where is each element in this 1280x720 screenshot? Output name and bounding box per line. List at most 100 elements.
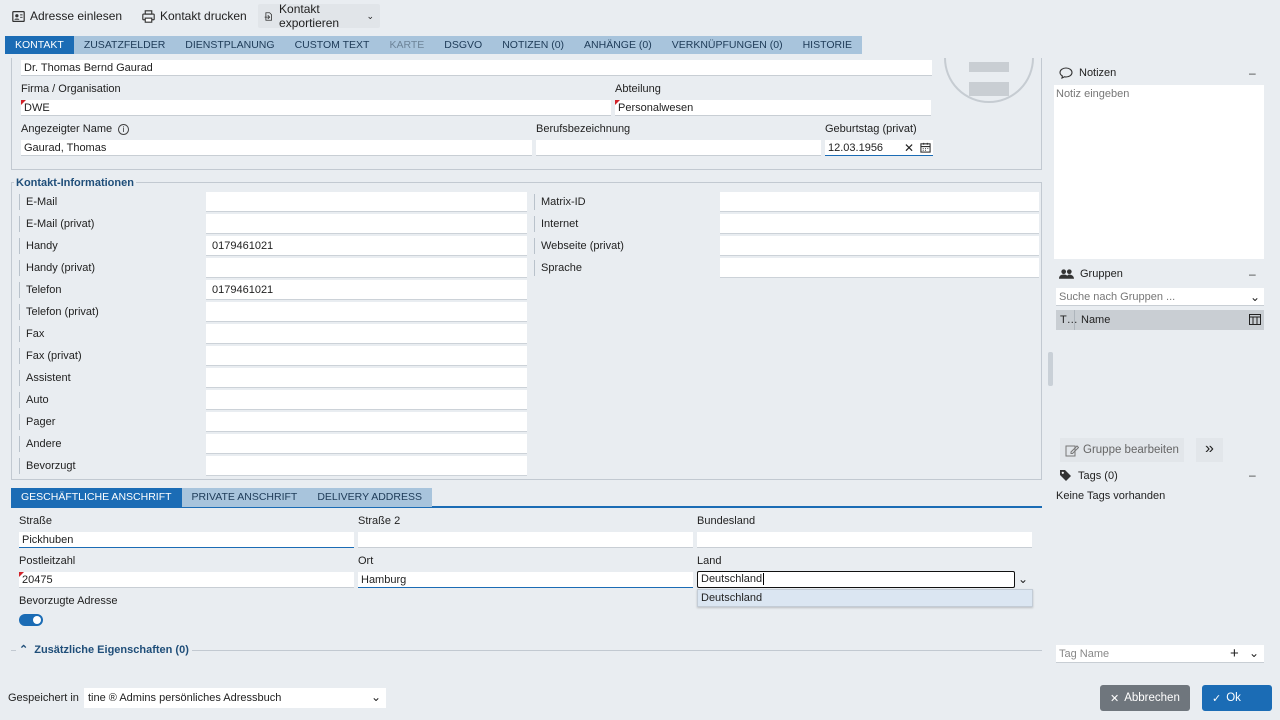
extra-properties-label: Zusätzliche Eigenschaften (0) — [34, 643, 189, 656]
contact-info-legend: Kontakt-Informationen — [14, 177, 136, 189]
chevron-down-icon[interactable]: ⌄ — [1250, 290, 1260, 304]
contact-info-field[interactable] — [720, 258, 1039, 278]
printer-icon — [142, 9, 155, 23]
notes-textarea[interactable]: Notiz eingeben — [1054, 85, 1264, 259]
country-label: Land — [697, 555, 722, 567]
country-option[interactable]: Deutschland — [697, 589, 1033, 607]
collapse-notes-icon[interactable]: – — [1249, 66, 1256, 80]
groups-search-placeholder: Suche nach Gruppen ... — [1059, 291, 1176, 303]
read-address-button[interactable]: Adresse einlesen — [6, 4, 128, 28]
chevron-down-icon[interactable]: ⌄ — [1018, 572, 1028, 586]
tab-anhänge-0[interactable]: ANHÄNGE (0) — [574, 36, 662, 54]
edit-group-label: Gruppe bearbeiten — [1083, 444, 1179, 456]
collapse-groups-icon[interactable]: – — [1249, 267, 1256, 281]
contact-info-field[interactable] — [206, 214, 527, 234]
city-label: Ort — [358, 555, 374, 567]
state-field[interactable] — [697, 532, 1032, 548]
tab-historie[interactable]: HISTORIE — [793, 36, 862, 54]
tab-zusatzfelder[interactable]: ZUSATZFELDER — [74, 36, 175, 54]
add-icon[interactable]: + — [1230, 645, 1239, 663]
display-name-field[interactable]: Gaurad, Thomas — [21, 140, 532, 156]
print-contact-button[interactable]: Kontakt drucken — [136, 4, 253, 28]
tag-icon — [1060, 470, 1071, 481]
company-label: Firma / Organisation — [21, 83, 121, 95]
tab-notizen-0[interactable]: NOTIZEN (0) — [492, 36, 574, 54]
groups-search-input[interactable]: Suche nach Gruppen ... — [1056, 288, 1264, 306]
job-title-field[interactable] — [536, 140, 821, 156]
users-icon — [1059, 269, 1074, 279]
double-chevron-right-icon[interactable]: » — [1196, 438, 1223, 462]
contact-info-label: Handy (privat) — [19, 260, 95, 276]
export-contact-button[interactable]: Kontakt exportieren ⌄ — [258, 2, 380, 30]
contact-info-field[interactable] — [206, 346, 527, 366]
address-tab-2[interactable]: DELIVERY ADDRESS — [307, 488, 432, 507]
contact-info-field[interactable]: 0179461021 — [206, 236, 527, 256]
export-icon — [264, 11, 272, 21]
addressbook-select[interactable]: tine ® Admins persönliches Adressbuch — [84, 688, 386, 708]
preferred-address-label: Bevorzugte Adresse — [19, 595, 118, 607]
read-address-label: Adresse einlesen — [30, 9, 123, 23]
contact-info-field[interactable] — [206, 302, 527, 322]
contact-info-field[interactable] — [206, 258, 527, 278]
contact-info-field[interactable] — [206, 412, 527, 432]
groups-col-type[interactable]: T… — [1056, 310, 1078, 330]
city-field[interactable]: Hamburg — [358, 572, 693, 588]
contact-info-field[interactable] — [206, 434, 527, 454]
contact-info-field[interactable]: 0179461021 — [206, 280, 527, 300]
display-name-label: Angezeigter Name — [21, 123, 113, 135]
contact-info-field[interactable] — [206, 192, 527, 212]
tab-dienstplanung[interactable]: DIENSTPLANUNG — [175, 36, 284, 54]
contact-info-field[interactable] — [206, 324, 527, 344]
tab-verknüpfungen-0[interactable]: VERKNÜPFUNGEN (0) — [662, 36, 793, 54]
full-name-field[interactable]: Dr. Thomas Bernd Gaurad — [21, 60, 932, 76]
street-label: Straße — [19, 515, 53, 527]
info-icon[interactable]: i — [118, 123, 130, 135]
contact-info-field[interactable] — [720, 192, 1039, 212]
contact-info-field[interactable] — [206, 368, 527, 388]
tab-custom-text[interactable]: CUSTOM TEXT — [285, 36, 380, 54]
contact-info-field[interactable] — [206, 456, 527, 476]
tab-dsgvo[interactable]: DSGVO — [434, 36, 492, 54]
tags-title: Tags (0) — [1078, 469, 1118, 482]
avatar[interactable] — [944, 58, 1034, 108]
addressbook-value: tine ® Admins persönliches Adressbuch — [88, 692, 282, 704]
contact-info-label: E-Mail (privat) — [19, 216, 94, 232]
preferred-address-toggle[interactable] — [19, 614, 43, 626]
comment-icon — [1059, 67, 1073, 79]
address-tab-1[interactable]: PRIVATE ANSCHRIFT — [181, 488, 308, 507]
address-tab-0[interactable]: GESCHÄFTLICHE ANSCHRIFT — [11, 488, 182, 507]
contact-info-label: Handy — [19, 238, 58, 254]
calendar-icon[interactable] — [920, 142, 931, 153]
zip-label: Postleitzahl — [19, 555, 76, 567]
zip-field[interactable]: 20475 — [19, 572, 354, 588]
cancel-button[interactable]: ✕ Abbrechen — [1100, 685, 1190, 711]
extra-properties-toggle[interactable]: ⌃ Zusätzliche Eigenschaften (0) — [16, 643, 192, 656]
edit-group-button[interactable]: Gruppe bearbeiten — [1060, 438, 1184, 462]
notes-placeholder: Notiz eingeben — [1056, 88, 1130, 100]
contact-info-field[interactable] — [720, 236, 1039, 256]
contact-info-field[interactable] — [720, 214, 1039, 234]
country-input[interactable]: Deutschland — [697, 571, 1015, 588]
tab-kontakt[interactable]: KONTAKT — [5, 36, 74, 54]
main-tabs: KONTAKT ZUSATZFELDER DIENSTPLANUNG CUSTOM T… — [5, 36, 862, 54]
company-field[interactable]: DWE — [21, 100, 611, 116]
department-field[interactable]: Personalwesen — [615, 100, 931, 116]
contact-info-field[interactable] — [206, 390, 527, 410]
print-contact-label: Kontakt drucken — [160, 9, 247, 23]
department-label: Abteilung — [615, 83, 661, 95]
chevron-down-icon[interactable]: ⌄ — [371, 690, 381, 704]
columns-icon[interactable] — [1249, 314, 1261, 325]
close-icon: ✕ — [1110, 692, 1120, 705]
street2-field[interactable] — [358, 532, 693, 548]
ok-button[interactable]: ✓ Ok — [1202, 685, 1272, 711]
collapse-tags-icon[interactable]: – — [1249, 468, 1256, 482]
panel-splitter[interactable] — [1048, 352, 1053, 386]
groups-col-name[interactable]: Name — [1081, 310, 1110, 330]
chevron-down-icon[interactable]: ⌄ — [1249, 646, 1259, 660]
contact-info-label: Sprache — [534, 260, 582, 276]
street-field[interactable]: Pickhuben — [19, 532, 354, 548]
saved-in-label: Gespeichert in — [8, 692, 79, 704]
birthday-field[interactable]: 12.03.1956 — [825, 140, 933, 156]
clear-icon[interactable]: ✕ — [904, 140, 914, 156]
contact-info-label: Webseite (privat) — [534, 238, 624, 254]
